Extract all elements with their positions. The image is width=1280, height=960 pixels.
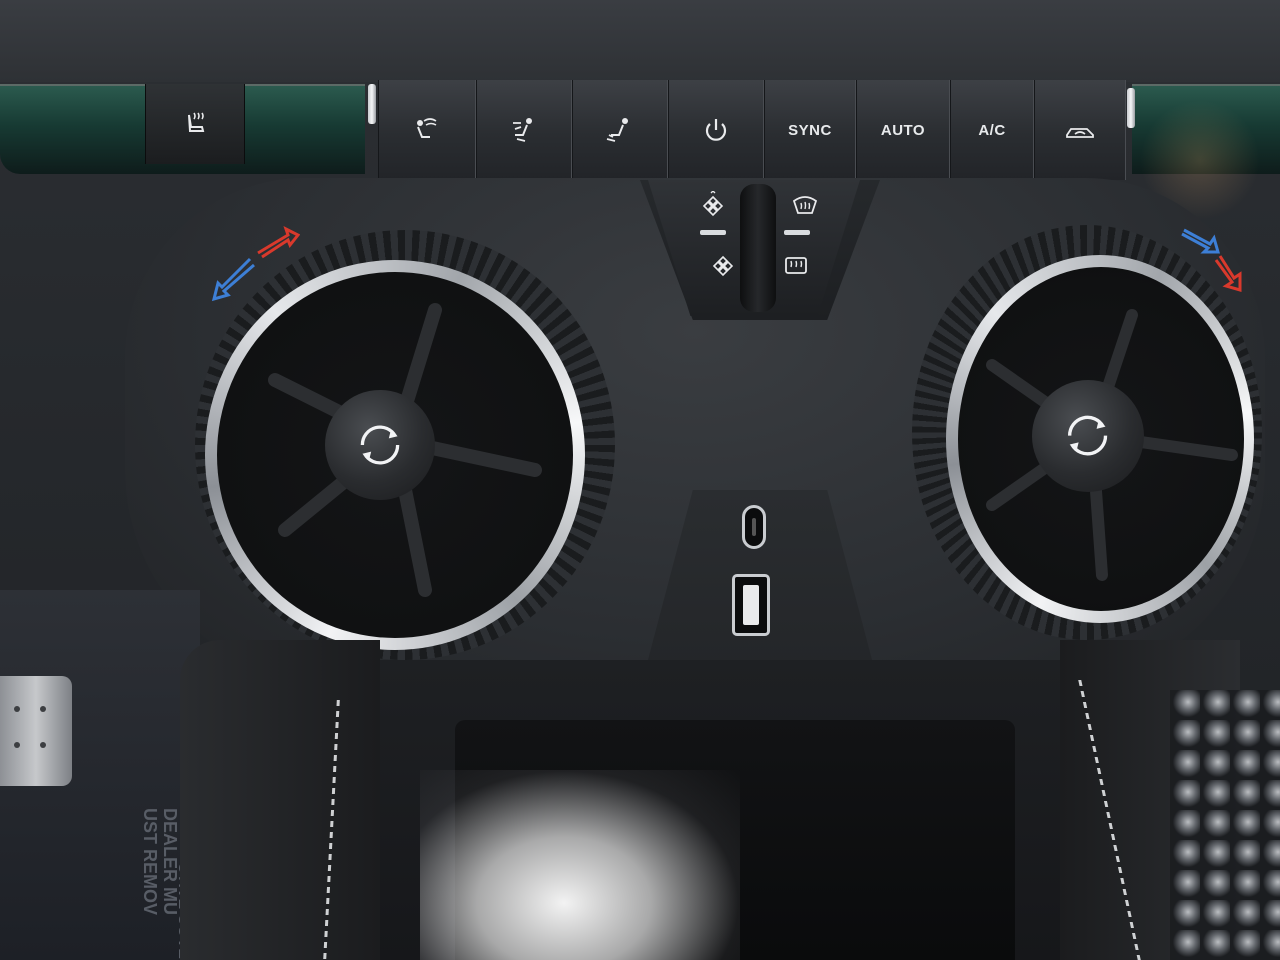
auto-button[interactable]: AUTO: [856, 80, 950, 180]
vent-floor-button[interactable]: [572, 80, 668, 180]
front-defrost-icon: [792, 196, 818, 214]
climate-control-strip: SYNC AUTO A/C: [0, 78, 1280, 182]
pedal-stud: [14, 706, 20, 712]
dead-pedal: [0, 676, 72, 786]
power-icon: [705, 119, 727, 141]
fan-down-icon: [712, 255, 734, 277]
trim-tab-right: [1127, 88, 1135, 128]
heated-seat-button[interactable]: [145, 84, 245, 164]
sync-label: SYNC: [788, 121, 832, 139]
car-recirculation-icon: [1066, 128, 1094, 138]
front-defrost-button[interactable]: [785, 186, 825, 226]
recirculation-button[interactable]: [1034, 80, 1126, 180]
usb-a-port-icon[interactable]: [732, 574, 770, 636]
heated-seat-icon: [188, 112, 205, 132]
rear-defrost-button[interactable]: [776, 246, 816, 286]
left-vent-knob[interactable]: [325, 390, 435, 500]
rotate-icon: [360, 425, 400, 465]
protective-cover-text-2: UST REMOV: [140, 808, 160, 916]
pedal-stud: [40, 706, 46, 712]
right-vent-knob[interactable]: [1032, 380, 1144, 492]
front-defrost-indicator: [784, 230, 810, 235]
vent-bilevel-button[interactable]: [476, 80, 572, 180]
vent-face-button[interactable]: [378, 80, 476, 180]
passenger-floor-mat: [1170, 690, 1280, 960]
vent-floor-icon: [606, 118, 628, 142]
vent-bilevel-icon: [513, 118, 532, 142]
rotate-icon: [1068, 416, 1108, 456]
pedal-stud: [40, 742, 46, 748]
usb-c-port-icon[interactable]: [742, 505, 766, 549]
right-air-vent[interactable]: [912, 225, 1262, 640]
power-button[interactable]: [668, 80, 764, 180]
fan-up-icon: [702, 191, 724, 217]
fan-up-button[interactable]: [693, 186, 733, 226]
car-console-scene: SYNC AUTO A/C DEALER MU UST REMOV: [0, 0, 1280, 960]
vent-face-icon: [417, 118, 437, 138]
rear-defrost-icon: [785, 257, 807, 274]
pedal-stud: [14, 742, 20, 748]
ac-button[interactable]: A/C: [950, 80, 1034, 180]
light-reflection: [420, 770, 740, 960]
sync-button[interactable]: SYNC: [764, 80, 856, 180]
dashboard-top: [0, 0, 1280, 82]
ac-label: A/C: [978, 121, 1006, 139]
climate-button-row: SYNC AUTO A/C: [378, 80, 1126, 180]
trim-tab-left: [368, 84, 376, 124]
auto-label: AUTO: [880, 121, 926, 139]
temperature-rocker[interactable]: [740, 184, 776, 312]
fan-down-button[interactable]: [703, 246, 743, 286]
fan-indicator: [700, 230, 726, 235]
left-air-vent[interactable]: [195, 230, 615, 660]
console-side-left: [180, 640, 380, 960]
